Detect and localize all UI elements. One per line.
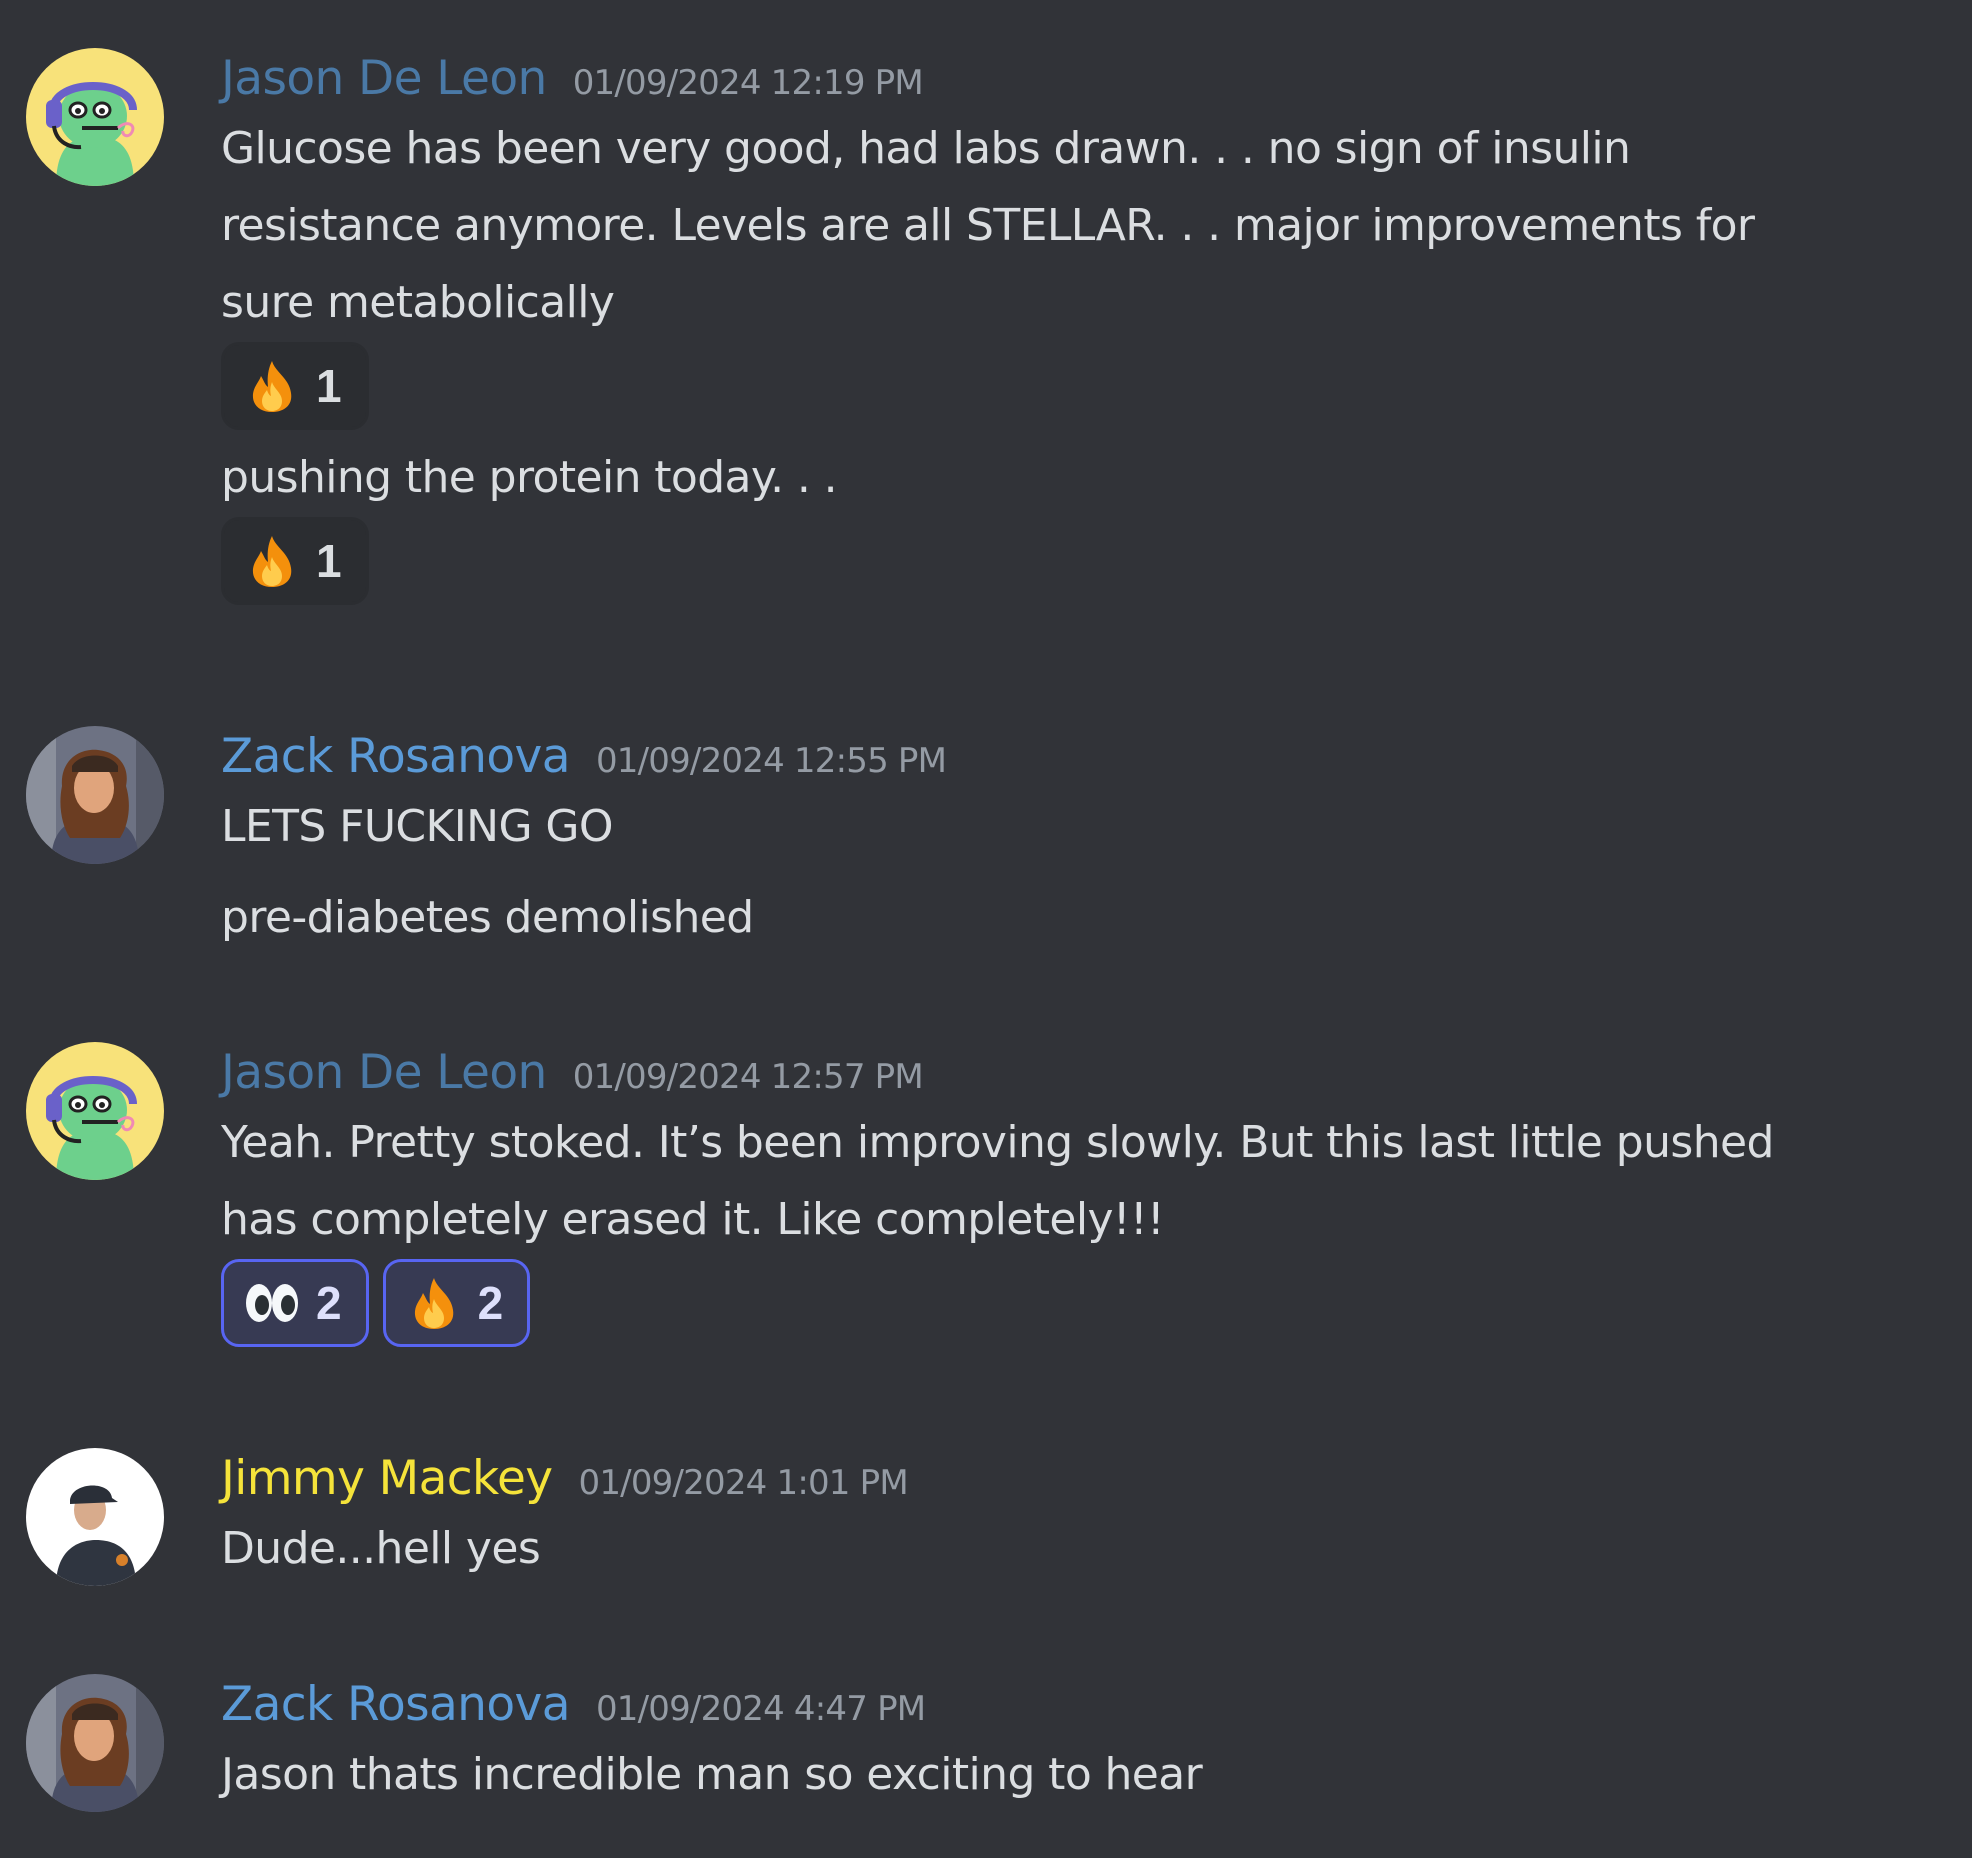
message-text: resistance anymore. Levels are all STELL…	[221, 200, 1755, 251]
message-text: Yeah. Pretty stoked. It’s been improving…	[221, 1117, 1774, 1168]
message-text: sure metabolically	[221, 277, 615, 328]
message-text: Dude...hell yes	[221, 1523, 541, 1574]
reaction-count: 2	[316, 1277, 342, 1329]
username[interactable]: Jason De Leon	[221, 48, 547, 110]
avatar[interactable]	[26, 1674, 164, 1812]
message-content: Jimmy Mackey 01/09/2024 1:01 PM Dude...h…	[221, 1448, 1942, 1587]
username[interactable]: Zack Rosanova	[221, 726, 571, 788]
message-text: Jason thats incredible man so exciting t…	[221, 1749, 1203, 1800]
message-header: Jimmy Mackey 01/09/2024 1:01 PM	[221, 1448, 1942, 1510]
timestamp[interactable]: 01/09/2024 4:47 PM	[596, 1689, 926, 1729]
reactions: 1	[221, 516, 1942, 606]
fire-icon	[406, 1275, 462, 1331]
reactions: 2 2	[221, 1258, 1942, 1348]
message-header: Zack Rosanova 01/09/2024 12:55 PM	[221, 726, 1942, 788]
message-content: Jason De Leon 01/09/2024 12:19 PM Glucos…	[221, 48, 1942, 606]
reaction-count: 1	[316, 360, 342, 412]
reaction-fire[interactable]: 2	[382, 1259, 531, 1347]
message-header: Zack Rosanova 01/09/2024 4:47 PM	[221, 1674, 1942, 1736]
avatar[interactable]	[26, 1042, 164, 1180]
eyes-icon	[244, 1275, 300, 1331]
avatar[interactable]	[26, 726, 164, 864]
message-text: pre-diabetes demolished	[221, 892, 754, 943]
avatar[interactable]	[26, 48, 164, 186]
reaction-fire[interactable]: 1	[221, 517, 369, 605]
fire-icon	[244, 533, 300, 589]
photo-avatar-icon	[26, 1448, 164, 1586]
reaction-eyes[interactable]: 2	[221, 1259, 369, 1347]
message-text: LETS FUCKING GO	[221, 801, 614, 852]
reaction-count: 1	[316, 535, 342, 587]
message-text: pushing the protein today. . .	[221, 452, 838, 503]
fire-icon	[244, 358, 300, 414]
message-text: has completely erased it. Like completel…	[221, 1194, 1165, 1245]
username[interactable]: Jimmy Mackey	[221, 1448, 553, 1510]
timestamp[interactable]: 01/09/2024 1:01 PM	[579, 1463, 909, 1503]
username[interactable]: Zack Rosanova	[221, 1674, 571, 1736]
message-content: Zack Rosanova 01/09/2024 12:55 PM LETS F…	[221, 726, 1942, 956]
message-content: Zack Rosanova 01/09/2024 4:47 PM Jason t…	[221, 1674, 1942, 1813]
cartoon-headset-avatar-icon	[26, 1042, 164, 1180]
photo-avatar-icon	[26, 1674, 164, 1812]
reaction-fire[interactable]: 1	[221, 342, 369, 430]
avatar[interactable]	[26, 1448, 164, 1586]
message-header: Jason De Leon 01/09/2024 12:57 PM	[221, 1042, 1942, 1104]
message-text: Glucose has been very good, had labs dra…	[221, 123, 1631, 174]
photo-avatar-icon	[26, 726, 164, 864]
timestamp[interactable]: 01/09/2024 12:55 PM	[596, 741, 947, 781]
message-content: Jason De Leon 01/09/2024 12:57 PM Yeah. …	[221, 1042, 1942, 1348]
timestamp[interactable]: 01/09/2024 12:57 PM	[573, 1057, 924, 1097]
message-header: Jason De Leon 01/09/2024 12:19 PM	[221, 48, 1942, 110]
timestamp[interactable]: 01/09/2024 12:19 PM	[573, 63, 924, 103]
reaction-count: 2	[477, 1277, 504, 1329]
reactions: 1	[221, 341, 1942, 431]
cartoon-headset-avatar-icon	[26, 48, 164, 186]
username[interactable]: Jason De Leon	[221, 1042, 547, 1104]
